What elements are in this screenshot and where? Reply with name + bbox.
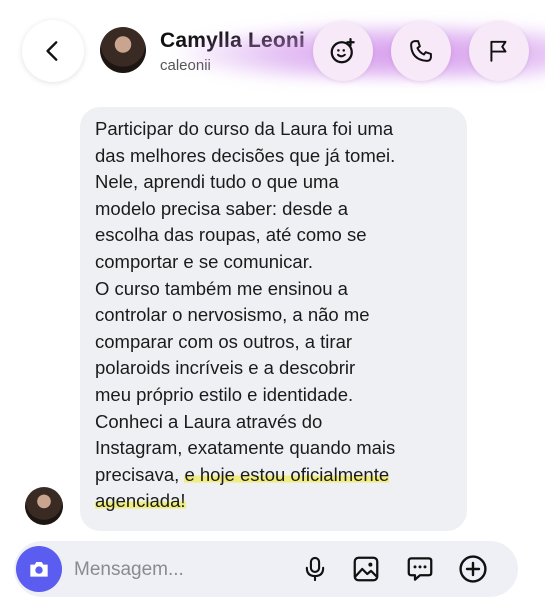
sender-avatar[interactable] xyxy=(25,487,63,525)
camera-icon xyxy=(30,561,48,577)
message-input[interactable] xyxy=(74,556,284,584)
microphone-icon xyxy=(305,556,325,582)
plus-circle-icon xyxy=(459,555,487,583)
avatar[interactable] xyxy=(100,27,146,73)
gallery-button[interactable] xyxy=(349,552,383,586)
sticker-button[interactable] xyxy=(403,552,437,586)
add-button[interactable] xyxy=(456,552,490,586)
image-icon xyxy=(353,556,379,582)
message-text: Participar do curso da Laura foi uma das… xyxy=(95,116,460,515)
call-button[interactable] xyxy=(391,21,451,81)
flag-icon xyxy=(490,40,507,62)
chat-header: Camylla Leoni caleonii xyxy=(0,0,545,104)
effects-icon xyxy=(330,38,355,64)
back-button[interactable] xyxy=(22,20,84,82)
report-button[interactable] xyxy=(469,21,529,81)
message-body: Participar do curso da Laura foi uma das… xyxy=(95,118,396,485)
chevron-left-icon xyxy=(46,41,58,61)
phone-icon xyxy=(410,40,432,62)
microphone-button[interactable] xyxy=(298,552,332,586)
chat-bubble-icon xyxy=(407,557,433,581)
camera-button[interactable] xyxy=(16,546,62,592)
effects-button[interactable] xyxy=(313,21,373,81)
